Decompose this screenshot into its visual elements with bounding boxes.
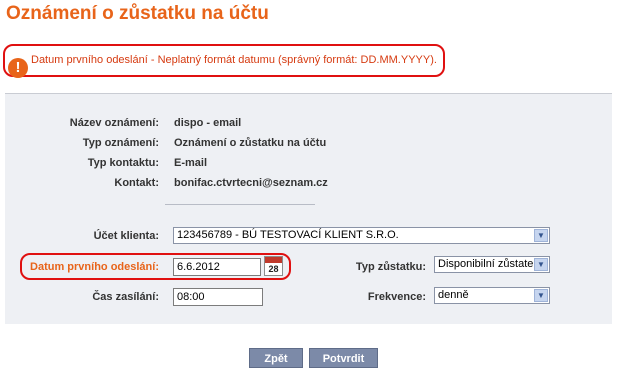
balance-type-value: Disponibilní zůstate — [438, 258, 534, 270]
page-title: Oznámení o zůstatku na účtu — [6, 3, 269, 24]
notification-name-label: Název oznámení: — [69, 117, 159, 129]
balance-type-select[interactable]: Disponibilní zůstate ▼ — [434, 256, 550, 273]
contact-value: bonifac.ctvrtecni@seznam.cz — [174, 177, 328, 189]
calendar-icon[interactable]: 28 — [264, 256, 283, 276]
contact-type-label: Typ kontaktu: — [87, 157, 159, 169]
contact-type-value: E-mail — [174, 157, 208, 169]
error-message-text: Datum prvního odeslání - Neplatný formát… — [31, 54, 437, 66]
account-select-value: 123456789 - BÚ TESTOVACÍ KLIENT S.R.O. — [177, 229, 399, 241]
first-send-date-input[interactable]: 6.6.2012 — [173, 258, 261, 276]
send-time-label: Čas zasílání: — [92, 291, 159, 303]
account-select[interactable]: 123456789 - BÚ TESTOVACÍ KLIENT S.R.O. ▼ — [173, 227, 550, 244]
divider — [165, 204, 315, 205]
chevron-down-icon[interactable]: ▼ — [534, 258, 548, 271]
frequency-label: Frekvence: — [367, 291, 426, 303]
chevron-down-icon[interactable]: ▼ — [534, 289, 548, 302]
first-send-date-label: Datum prvního odeslání: — [30, 261, 159, 273]
back-button[interactable]: Zpět — [249, 348, 303, 368]
account-label: Účet klienta: — [93, 230, 159, 242]
notification-type-value: Oznámení o zůstatku na účtu — [174, 137, 327, 149]
send-time-input[interactable]: 08:00 — [173, 288, 263, 306]
frequency-select[interactable]: denně ▼ — [434, 287, 550, 304]
warning-icon: ! — [8, 58, 28, 78]
notification-name-value: dispo - email — [174, 117, 242, 129]
frequency-value: denně — [438, 289, 469, 301]
contact-label: Kontakt: — [114, 177, 159, 189]
confirm-button[interactable]: Potvrdit — [309, 348, 378, 368]
chevron-down-icon[interactable]: ▼ — [534, 229, 548, 242]
balance-type-label: Typ zůstatku: — [355, 261, 426, 273]
notification-type-label: Typ oznámení: — [82, 137, 159, 149]
